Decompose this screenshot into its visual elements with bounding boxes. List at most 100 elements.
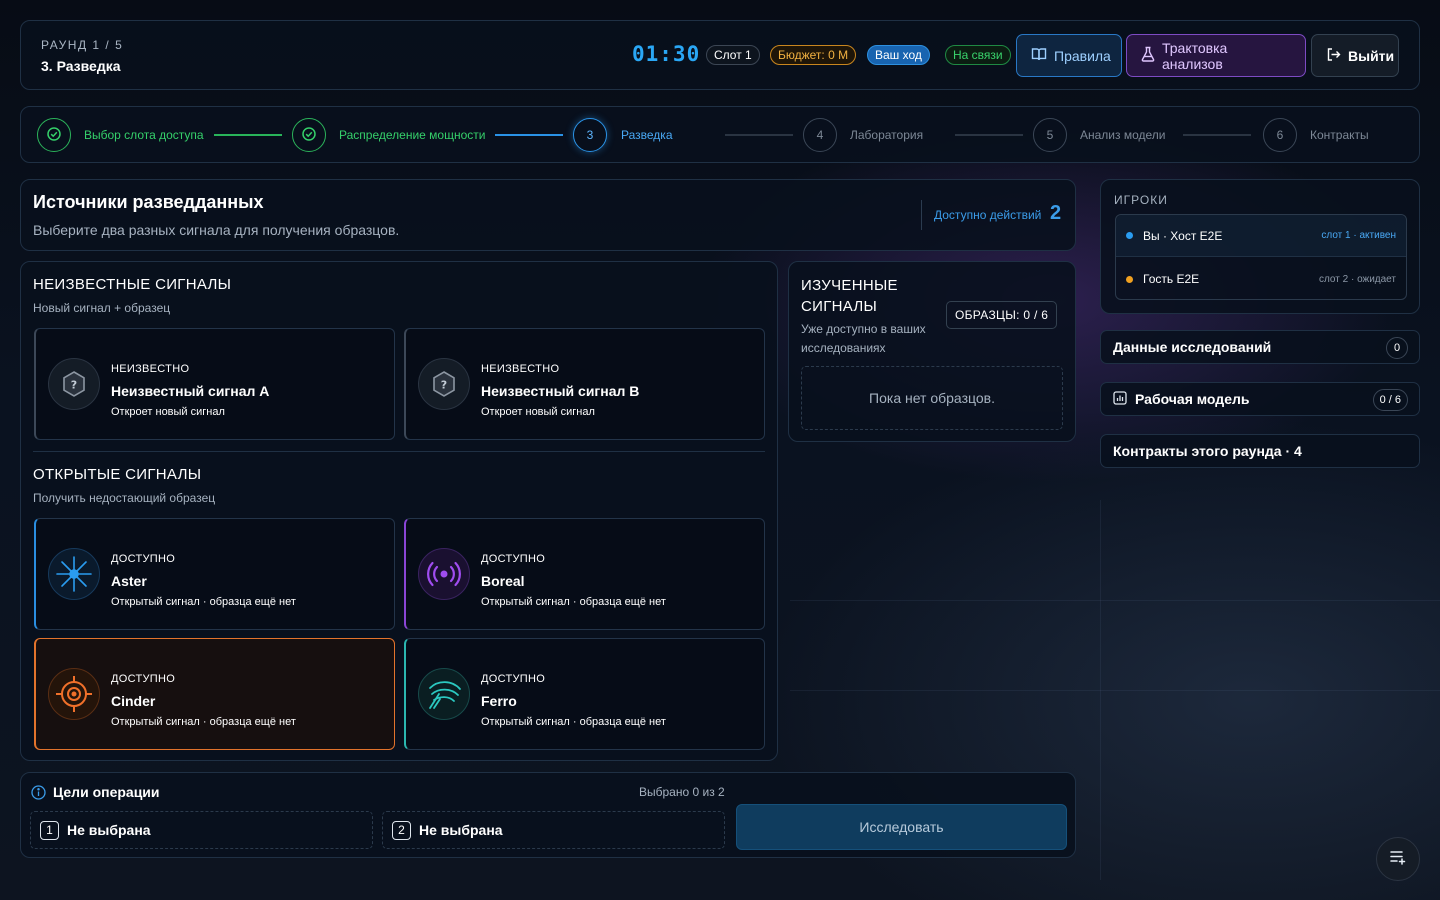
target-icon [48,668,100,720]
status-dot [1126,232,1133,239]
round-contracts-toggle[interactable]: Контракты этого раунда · 4 [1100,434,1420,468]
exit-button-label: Выйти [1348,47,1395,64]
step-connector [214,134,282,136]
stage-title: 3. Разведка [41,58,121,74]
starburst-icon [48,548,100,600]
players-title: ИГРОКИ [1114,193,1168,207]
step-1-label: Выбор слота доступа [84,128,204,142]
signal-name: Boreal [481,573,525,589]
signal-description: Откроет новый сигнал [111,406,225,418]
signal-status: НЕИЗВЕСТНО [111,363,190,375]
signal-card-unknown-a[interactable]: ? НЕИЗВЕСТНО Неизвестный сигнал A Открое… [34,328,395,440]
investigate-button[interactable]: Исследовать [736,804,1067,850]
research-data-count: 0 [1386,337,1408,359]
working-model-toggle[interactable]: Рабочая модель 0 / 6 [1100,382,1420,416]
operation-goals-panel: Цели операции Выбрано 0 из 2 1 Не выбран… [20,772,1076,858]
signal-status: ДОСТУПНО [111,673,176,685]
player-row: Вы · Хост E2E слот 1 · активен [1116,215,1406,257]
studied-signals-subtitle: Уже доступно в ваших исследованиях [801,322,926,355]
divider [921,200,922,230]
step-connector [495,134,563,136]
signals-panel: НЕИЗВЕСТНЫЕ СИГНАЛЫ Новый сигнал + образ… [20,261,778,761]
research-data-label: Данные исследований [1113,339,1272,355]
signal-name: Aster [111,573,147,589]
research-data-toggle[interactable]: Данные исследований 0 [1100,330,1420,364]
svg-text:?: ? [441,379,447,392]
round-contracts-label: Контракты этого раунда · 4 [1113,443,1302,459]
signal-description: Открытый сигнал · образца ещё нет [111,596,296,608]
divider [33,451,765,452]
rules-button[interactable]: Правила [1016,34,1122,77]
empty-samples-placeholder: Пока нет образцов. [801,366,1063,430]
unknown-signals-title: НЕИЗВЕСТНЫЕ СИГНАЛЫ [33,276,232,293]
flask-icon [1141,46,1155,65]
status-dot [1126,275,1133,283]
goals-title: Цели операции [53,784,160,800]
section-title: Источники разведданных [33,192,264,212]
intel-sources-header: Источники разведданных Выберите два разн… [20,179,1076,251]
book-icon [1031,46,1047,65]
player-slot-status: слот 2 · ожидает [1318,273,1396,285]
signal-status: ДОСТУПНО [481,673,546,685]
connection-badge: На связи [945,45,1011,65]
signal-description: Откроет новый сигнал [481,406,595,418]
unknown-hex-icon: ? [48,358,100,410]
signal-status: НЕИЗВЕСТНО [481,363,560,375]
background-decoration [1100,500,1101,880]
broadcast-icon [418,548,470,600]
goal-slot-2[interactable]: 2 Не выбрана [382,811,725,849]
phase-stepper: Выбор слота доступа Распределение мощнос… [20,106,1420,163]
background-decoration [790,690,1440,691]
unknown-signals-subtitle: Новый сигнал + образец [33,301,171,315]
samples-counter: ОБРАЗЦЫ: 0 / 6 [946,301,1058,329]
wave-icon [418,668,470,720]
studied-signals-title: ИЗУЧЕННЫЕ СИГНАЛЫ [801,277,898,315]
step-4-label: Лаборатория [850,128,924,142]
analysis-interpretation-button[interactable]: Трактовка анализов [1126,34,1306,77]
list-sparkle-icon [1389,848,1407,871]
signal-name: Неизвестный сигнал A [111,383,270,399]
top-bar: РАУНД 1 / 5 3. Разведка 01:30 Слот 1 Бюд… [20,20,1420,90]
goal-slot-1[interactable]: 1 Не выбрана [30,811,373,849]
actions-available-label: Доступно действий [934,208,1042,222]
step-2-label: Распределение мощности [339,128,486,142]
step-1-indicator [37,118,71,152]
check-icon [302,126,316,144]
signal-name: Ferro [481,693,517,709]
step-6-indicator: 6 [1263,118,1297,152]
working-model-count: 0 / 6 [1372,389,1408,411]
signal-card-unknown-b[interactable]: ? НЕИЗВЕСТНО Неизвестный сигнал B Открое… [404,328,765,440]
check-icon [47,126,61,144]
goal-value: Не выбрана [419,822,503,838]
chart-icon [1113,390,1127,408]
signal-name: Неизвестный сигнал B [481,383,640,399]
player-slot-status: слот 1 · активен [1321,230,1396,241]
player-name: Вы · Хост E2E [1143,228,1223,243]
analysis-button-label: Трактовка анализов [1162,39,1228,72]
step-2-indicator [292,118,326,152]
open-signals-subtitle: Получить недостающий образец [33,491,216,505]
budget-badge: Бюджет: 0 M [770,45,857,65]
player-name: Гость E2E [1143,272,1200,286]
step-connector [725,134,793,136]
signal-description: Открытый сигнал · образца ещё нет [481,716,666,728]
background-decoration [790,600,1440,601]
signal-card-aster[interactable]: ДОСТУПНО Aster Открытый сигнал · образца… [34,518,395,630]
signal-description: Открытый сигнал · образца ещё нет [481,596,666,608]
signal-card-cinder[interactable]: ДОСТУПНО Cinder Открытый сигнал · образц… [34,638,395,750]
svg-text:?: ? [71,379,77,392]
signal-card-ferro[interactable]: ДОСТУПНО Ferro Открытый сигнал · образца… [404,638,765,750]
signal-card-boreal[interactable]: ДОСТУПНО Boreal Открытый сигнал · образц… [404,518,765,630]
step-3-indicator: 3 [573,118,607,152]
step-3-label: Разведка [621,128,673,142]
step-6-label: Контракты [1310,128,1369,142]
players-list: Вы · Хост E2E слот 1 · активен Гость E2E… [1115,214,1407,300]
studied-signals-panel: ИЗУЧЕННЫЕ СИГНАЛЫ Уже доступно в ваших и… [788,261,1076,442]
turn-badge: Ваш ход [867,45,930,65]
step-connector [1183,134,1251,136]
signal-status: ДОСТУПНО [111,553,176,565]
round-indicator: РАУНД 1 / 5 [41,38,124,52]
player-row: Гость E2E слот 2 · ожидает [1116,258,1406,300]
exit-button[interactable]: Выйти [1311,34,1399,77]
log-menu-button[interactable] [1376,837,1420,881]
